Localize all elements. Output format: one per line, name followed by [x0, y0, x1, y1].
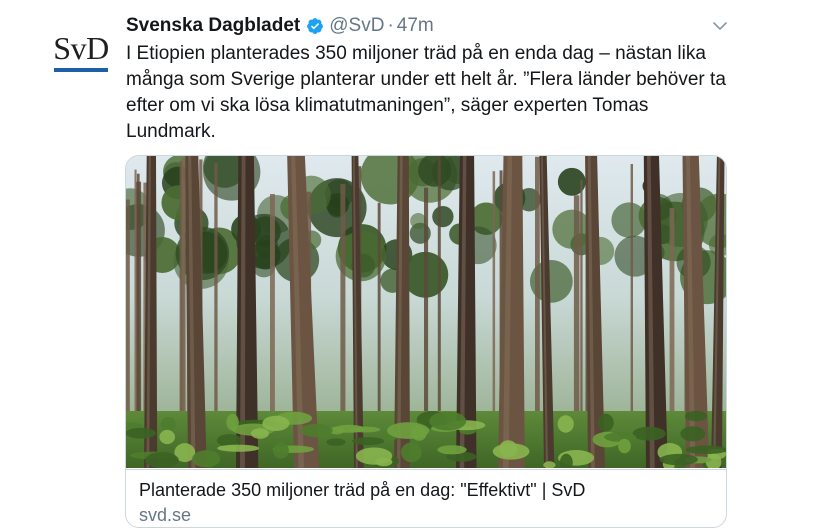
tweet-header: Svenska Dagbladet @SvD · 47m — [126, 13, 434, 39]
separator-dot: · — [387, 15, 394, 36]
card-title[interactable]: Planterade 350 miljoner träd på en dag: … — [139, 479, 585, 501]
svd-logo-text: SvD — [53, 30, 109, 66]
undergrowth-bush — [632, 426, 666, 441]
undergrowth-bush — [492, 443, 530, 460]
undergrowth-bush — [273, 442, 289, 459]
tweet[interactable]: SvD Svenska Dagbladet @SvD · 47m I Etiop… — [0, 0, 840, 528]
undergrowth-bush — [192, 450, 221, 468]
undergrowth-bush — [262, 415, 290, 431]
timestamp[interactable]: 47m — [397, 15, 434, 37]
undergrowth-bush — [598, 413, 614, 432]
display-name[interactable]: Svenska Dagbladet — [126, 15, 300, 37]
undergrowth-bush — [437, 445, 467, 455]
undergrowth-bush — [429, 411, 467, 431]
undergrowth-bush — [684, 410, 708, 422]
undergrowth-bush — [618, 438, 631, 454]
undergrowth-bush — [680, 426, 706, 442]
card-image-pine-forest[interactable] — [126, 156, 726, 468]
undergrowth-bush — [250, 428, 269, 439]
undergrowth-bush — [333, 424, 366, 433]
handle[interactable]: @SvD — [329, 15, 384, 37]
avatar[interactable]: SvD — [50, 30, 112, 74]
card-body[interactable]: Planterade 350 miljoner träd på en dag: … — [126, 469, 726, 527]
undergrowth-bush — [126, 427, 157, 439]
card-domain[interactable]: svd.se — [139, 505, 191, 525]
chevron-down-icon[interactable] — [708, 14, 732, 38]
undergrowth-bush — [401, 442, 422, 463]
undergrowth-bush — [217, 444, 260, 452]
tweet-text: I Etiopien planterades 350 miljoner träd… — [126, 43, 726, 142]
undergrowth-bush — [326, 438, 346, 446]
undergrowth-bush — [685, 445, 726, 455]
canopy-foliage — [410, 212, 427, 230]
logo-underline — [54, 68, 108, 72]
undergrowth-bush — [145, 452, 179, 468]
undergrowth-bush — [300, 423, 333, 438]
undergrowth-bush — [604, 432, 637, 442]
undergrowth-bush — [659, 453, 698, 466]
verified-badge-icon — [306, 17, 324, 35]
undergrowth-bush — [159, 429, 175, 445]
link-card[interactable]: Planterade 350 miljoner träd på en dag: … — [125, 155, 727, 528]
canopy-foliage — [432, 205, 454, 228]
undergrowth-bush — [386, 422, 430, 439]
undergrowth-bush — [352, 437, 385, 446]
undergrowth-bush — [160, 417, 176, 432]
undergrowth-bush — [557, 415, 574, 433]
forest-illustration — [126, 156, 726, 468]
undergrowth-bush — [355, 447, 393, 465]
